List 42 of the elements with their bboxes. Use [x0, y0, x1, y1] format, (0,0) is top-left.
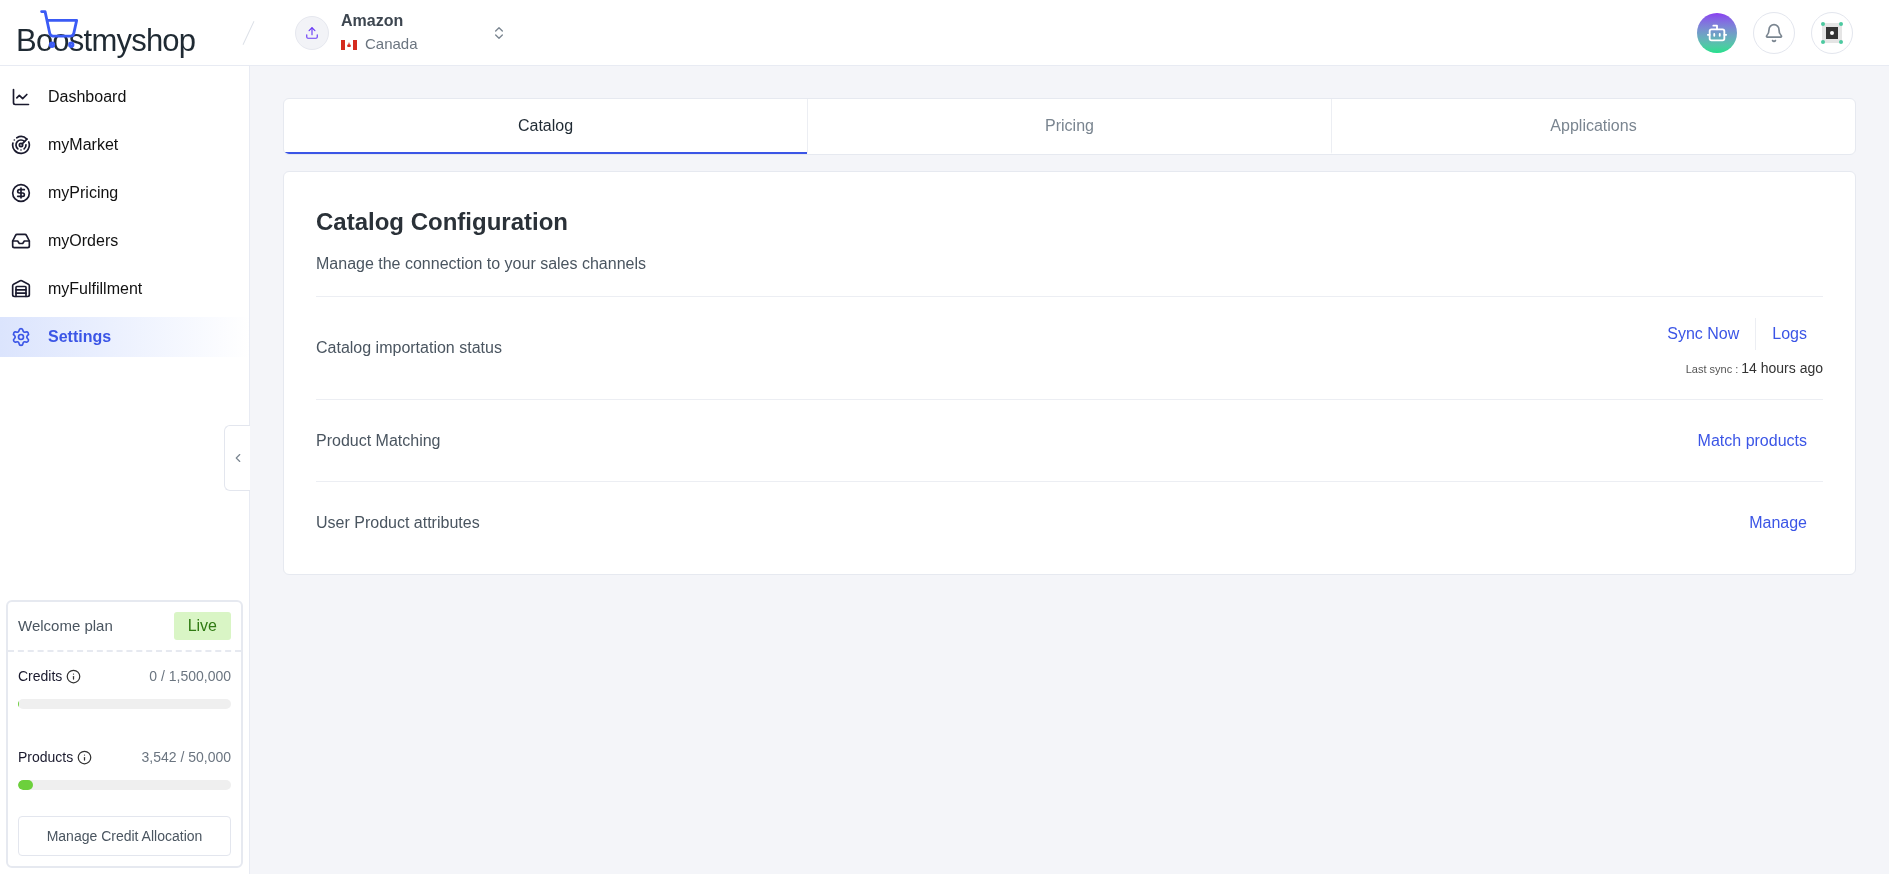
sidebar-item[interactable]: myFulfillment: [0, 269, 249, 309]
bell-icon: [1764, 22, 1784, 43]
upload-icon: [295, 15, 329, 50]
warehouse-icon: [11, 279, 31, 299]
card-title: Catalog Configuration: [316, 207, 569, 237]
card-subtitle: Manage the connection to your sales channels: [316, 252, 1823, 297]
settings-icon: [11, 327, 31, 347]
info-icon[interactable]: [66, 669, 82, 684]
meter-reading: 3,542 / 50,000: [141, 748, 231, 767]
app-logo-icon: [1820, 20, 1844, 45]
store-country: Canada: [365, 34, 418, 55]
meter-label: Credits: [18, 667, 63, 686]
sidebar-item[interactable]: myMarket: [0, 125, 249, 165]
action-link[interactable]: Manage: [1733, 507, 1823, 539]
last-sync-label: Last sync :: [1685, 361, 1739, 377]
radar-icon: [11, 135, 31, 155]
sidebar-item[interactable]: myOrders: [0, 221, 249, 261]
line-chart-icon: [11, 87, 31, 107]
tab[interactable]: Catalog: [284, 99, 807, 154]
info-icon[interactable]: [77, 750, 93, 765]
action-link[interactable]: Match products: [1681, 424, 1823, 457]
store-name: Amazon: [341, 11, 405, 32]
sidebar-item[interactable]: Dashboard: [0, 77, 249, 117]
setting-label: User Product attributes: [316, 513, 480, 533]
action-link[interactable]: Logs: [1755, 317, 1823, 350]
flag-icon: [341, 39, 357, 50]
sidebar-item[interactable]: myPricing: [0, 173, 249, 213]
inbox-icon: [11, 231, 31, 251]
meter-label: Products: [18, 748, 74, 767]
logo[interactable]: Boostmyshop: [16, 7, 196, 58]
status-badge: Live: [173, 612, 231, 640]
tab[interactable]: Pricing: [807, 99, 1331, 154]
setting-label: Product Matching: [316, 430, 441, 451]
robot-avatar-icon[interactable]: [1697, 12, 1737, 53]
last-sync-value: 14 hours ago: [1741, 358, 1823, 378]
action-link[interactable]: Sync Now: [1651, 317, 1756, 350]
meter-reading: 0 / 1,500,000: [149, 667, 231, 686]
plan-title: Welcome plan: [18, 615, 113, 636]
store-selector[interactable]: Amazon Canada: [295, 9, 507, 56]
tab[interactable]: Applications: [1331, 99, 1855, 154]
setting-label: Catalog importation status: [316, 338, 502, 358]
manage-credit-button[interactable]: Manage Credit Allocation: [18, 816, 231, 856]
